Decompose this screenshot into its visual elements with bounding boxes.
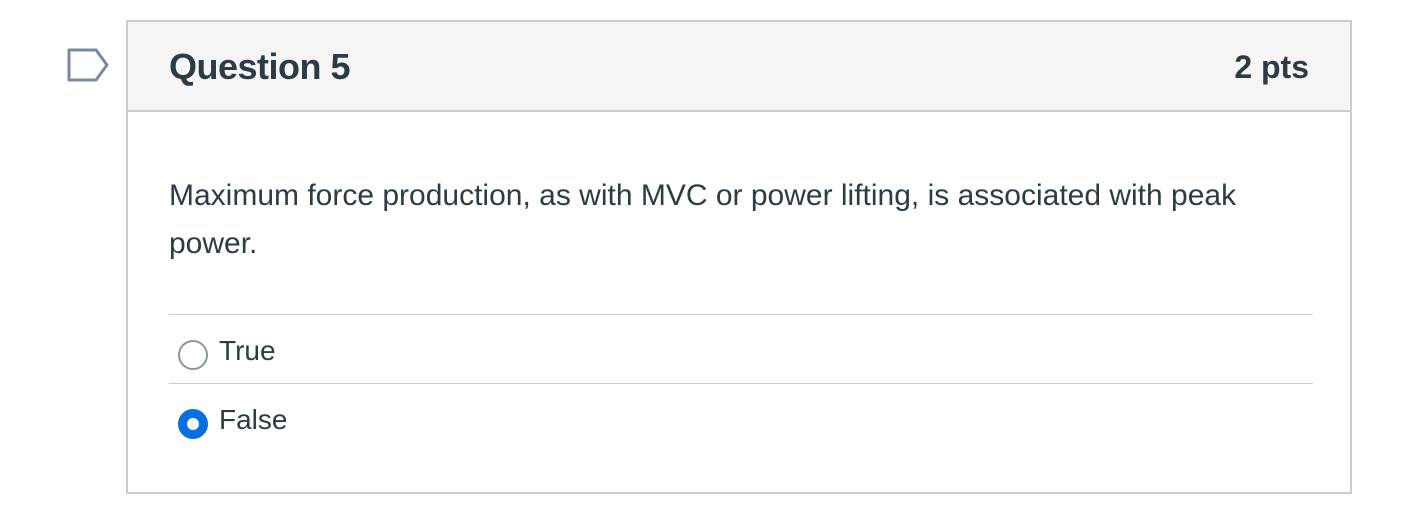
- answer-label-false: False: [219, 404, 288, 435]
- question-text: Maximum force production, as with MVC or…: [169, 179, 1237, 260]
- radio-button-true[interactable]: [178, 340, 208, 370]
- flag-question-icon[interactable]: [66, 47, 110, 83]
- question-title: Question 5: [169, 46, 351, 87]
- answer-label-true: True: [219, 335, 276, 366]
- question-points: 2 pts: [1234, 49, 1309, 85]
- answer-option-false[interactable]: False: [169, 383, 1313, 452]
- question-header: Question 5 2 pts: [128, 22, 1350, 112]
- answer-list: True False: [169, 314, 1313, 452]
- question-card: Question 5 2 pts Maximum force productio…: [126, 20, 1352, 494]
- answer-option-true[interactable]: True: [169, 314, 1313, 383]
- radio-button-false[interactable]: [178, 409, 208, 439]
